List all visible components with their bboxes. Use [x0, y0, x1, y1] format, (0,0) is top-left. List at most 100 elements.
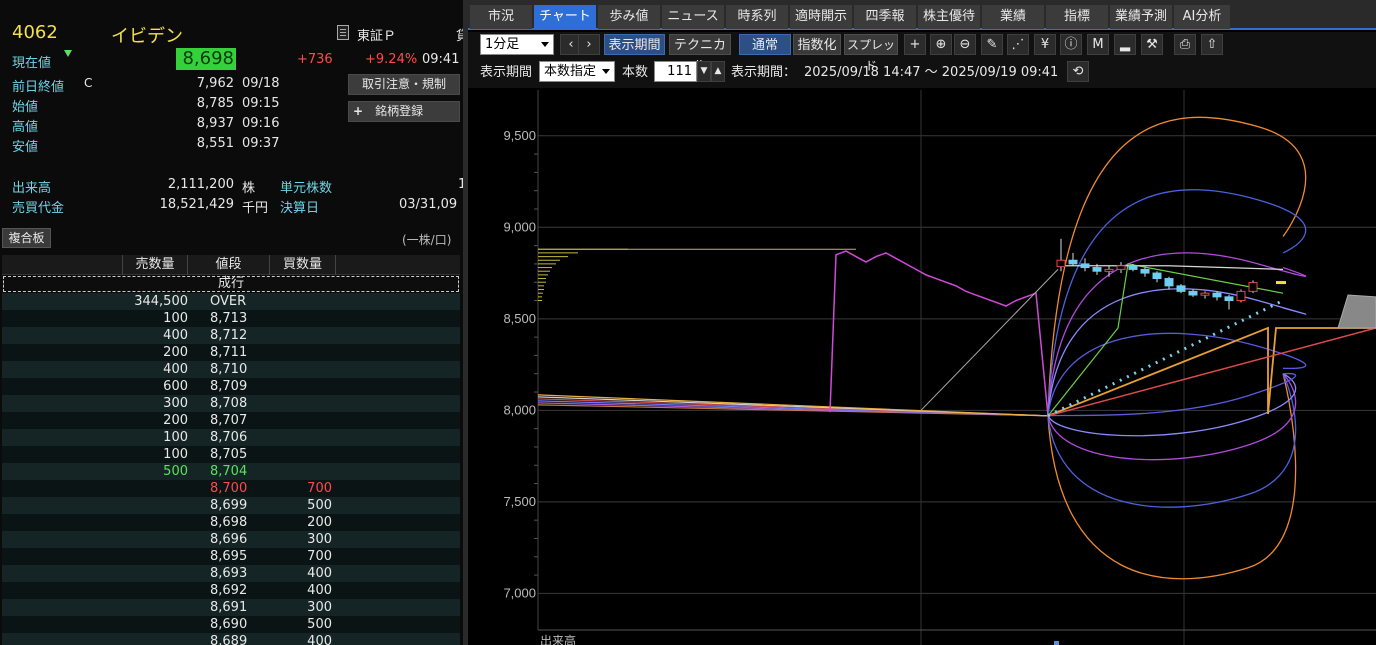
period-label: 表示期間	[480, 65, 533, 80]
pencil-icon[interactable]: ✎	[981, 34, 1003, 55]
current-price-label: 現在値	[12, 56, 52, 71]
order-book-row[interactable]: 8,689 400	[2, 633, 460, 645]
order-book-row[interactable]: 100 8,706	[2, 429, 460, 446]
crosshair-icon[interactable]: +	[904, 34, 926, 55]
order-book-row[interactable]: 100 8,713	[2, 310, 460, 327]
price-cell: 8,712	[210, 328, 248, 343]
high-label: 高値	[12, 120, 39, 135]
period-mode-select[interactable]: 本数指定	[539, 61, 615, 82]
order-book-row[interactable]: 400 8,710	[2, 361, 460, 378]
low-label: 安値	[12, 140, 39, 155]
info-icon[interactable]: ⓘ	[1060, 34, 1082, 55]
volume-label: 出来高	[540, 633, 576, 645]
count-input[interactable]: 111	[654, 61, 697, 82]
order-book-row[interactable]: 8,699 500	[2, 497, 460, 514]
board-unit-note: (一株/口)	[402, 233, 452, 247]
tab-6[interactable]: 四季報	[854, 5, 916, 29]
order-book-row[interactable]: 300 8,708	[2, 395, 460, 412]
order-book-row[interactable]: 8,696 300	[2, 531, 460, 548]
order-book-row[interactable]: 344,500 OVER	[2, 293, 460, 310]
chevron-right-icon[interactable]: ›	[578, 34, 600, 55]
order-book-row[interactable]: 8,700 700	[2, 480, 460, 497]
zoom-in-icon[interactable]: ⊕	[930, 34, 952, 55]
order-book-row[interactable]: 8,693 400	[2, 565, 460, 582]
y-tick-label: 7,500	[503, 494, 536, 509]
add-watch-button[interactable]: + 銘柄登録	[348, 101, 460, 122]
yen-icon[interactable]: ¥	[1034, 34, 1056, 55]
open-label: 始値	[12, 100, 39, 115]
price-chart[interactable]: 7,000 7,500 8,000 8,500 9,000 9,500 出来高	[468, 90, 1376, 645]
prev-close-value: 7,962	[196, 76, 234, 91]
price-cell: 8,713	[210, 311, 248, 326]
normal-mode-button[interactable]: 通常	[739, 34, 791, 55]
tab-7[interactable]: 株主優待	[918, 5, 980, 29]
market-order-row[interactable]: 成行	[3, 276, 459, 292]
trade-caution-button[interactable]: 取引注意・規制	[348, 74, 460, 95]
composite-board-tab[interactable]: 複合板	[2, 228, 51, 248]
order-book-row[interactable]: 8,698 200	[2, 514, 460, 531]
open-value: 8,785	[196, 96, 234, 111]
wrench-icon[interactable]: ⚒	[1141, 34, 1163, 55]
price-cell: 8,707	[210, 413, 248, 428]
volume-profile-icon[interactable]: ▂	[1114, 34, 1136, 55]
prev-close-date: 09/18	[242, 76, 280, 91]
prev-close-mark: C	[84, 76, 93, 90]
buy-qty-cell: 200	[307, 515, 332, 530]
sell-qty-cell: 600	[163, 379, 188, 394]
price-cell: 8,700	[210, 481, 248, 496]
tab-11[interactable]: AI分析	[1174, 5, 1230, 29]
tab-9[interactable]: 指標	[1046, 5, 1108, 29]
tab-3[interactable]: ニュース	[662, 5, 724, 29]
tab-0[interactable]: 市況	[470, 5, 532, 29]
order-book-row[interactable]: 100 8,705	[2, 446, 460, 463]
export-icon[interactable]: ⇧	[1201, 34, 1223, 55]
tab-10[interactable]: 業績予測	[1110, 5, 1172, 29]
order-book-row[interactable]: 200 8,711	[2, 344, 460, 361]
my-icon[interactable]: M	[1087, 34, 1109, 55]
sell-qty-cell: 344,500	[134, 294, 188, 309]
refresh-icon[interactable]: ⟲	[1067, 61, 1089, 82]
zoom-out-icon[interactable]: ⊖	[954, 34, 976, 55]
candle-body	[1152, 272, 1162, 280]
order-book-row[interactable]: 500 8,704	[2, 463, 460, 480]
order-book-row[interactable]: 8,690 500	[2, 616, 460, 633]
technical-button[interactable]: テクニカル	[669, 34, 731, 74]
buy-qty-cell: 700	[307, 481, 332, 496]
index-mode-button[interactable]: 指数化	[793, 34, 841, 55]
turnover-unit: 千円	[242, 201, 269, 216]
tab-8[interactable]: 業績	[982, 5, 1044, 29]
price-cell: 8,693	[210, 566, 248, 581]
order-book-row[interactable]: 8,691 300	[2, 599, 460, 616]
tab-2[interactable]: 歩み値	[598, 5, 660, 29]
margin-type-label: 貸	[456, 29, 463, 44]
print-icon[interactable]: ⎙	[1174, 34, 1196, 55]
order-book-row[interactable]: 8,692 400	[2, 582, 460, 599]
order-book-row[interactable]: 200 8,707	[2, 412, 460, 429]
count-up-icon[interactable]: ▲	[711, 61, 725, 82]
document-icon[interactable]	[337, 25, 349, 40]
sell-qty-cell: 200	[163, 413, 188, 428]
sell-qty-cell: 300	[163, 396, 188, 411]
y-tick-label: 9,500	[503, 128, 536, 143]
tab-5[interactable]: 適時開示	[790, 5, 852, 29]
tab-4[interactable]: 時系列	[726, 5, 788, 29]
order-book-row[interactable]: 600 8,709	[2, 378, 460, 395]
spread-mode-button[interactable]: スプレッド	[844, 34, 898, 73]
line-tool-icon[interactable]: ⋰	[1007, 34, 1029, 55]
period-mode-value: 本数指定	[544, 64, 597, 79]
candle-body	[1092, 267, 1102, 272]
add-watch-label: 銘柄登録	[375, 104, 424, 118]
order-book-row[interactable]: 8,695 700	[2, 548, 460, 565]
tab-1[interactable]: チャート	[534, 5, 596, 29]
sell-qty-cell: 100	[163, 311, 188, 326]
order-book-row[interactable]: 400 8,712	[2, 327, 460, 344]
price-cell: 8,711	[210, 345, 248, 360]
chart-panel: 市況 チャート 歩み値 ニュース 時系列 適時開示 四季報 株主優待 業績 指標 業績予測 AI分析 …	[468, 0, 1376, 645]
interval-select[interactable]: 1分足	[480, 34, 554, 55]
y-tick-label: 8,000	[503, 402, 536, 417]
candle-body	[1236, 290, 1246, 302]
candle-body	[1128, 265, 1138, 270]
high-time: 09:16	[242, 116, 280, 131]
period-button[interactable]: 表示期間	[604, 34, 665, 55]
count-down-icon[interactable]: ▼	[697, 61, 711, 82]
